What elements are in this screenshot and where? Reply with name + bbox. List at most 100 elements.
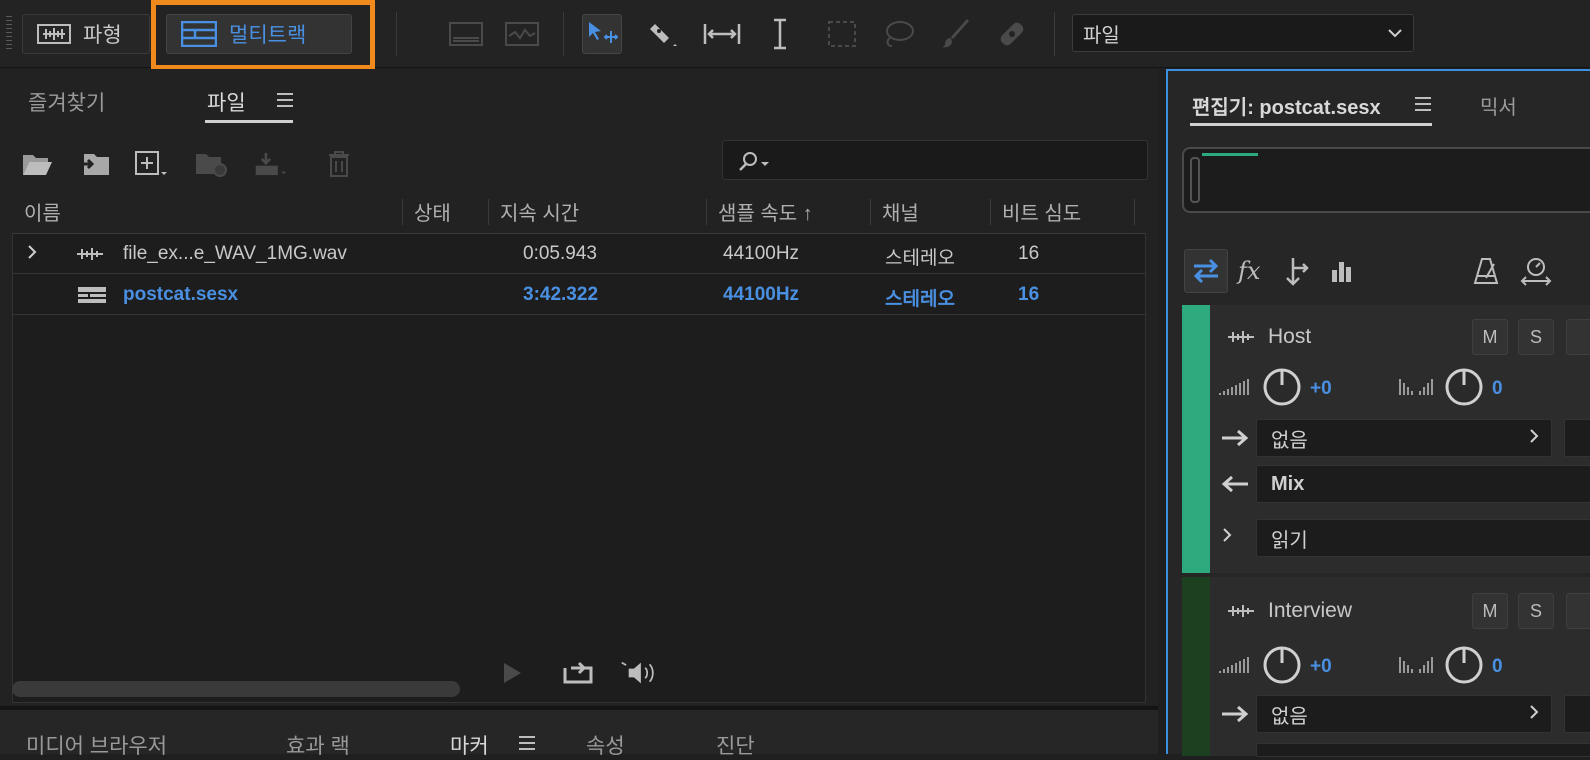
column-header-name[interactable]: 이름: [24, 197, 61, 226]
loop-playback-icon[interactable]: [558, 657, 598, 689]
automation-mode-select[interactable]: 읽기: [1256, 519, 1590, 557]
volume-knob[interactable]: [1262, 645, 1302, 690]
mute-button[interactable]: M: [1472, 319, 1508, 355]
record-arm-button[interactable]: [1566, 319, 1590, 355]
tab-mixer[interactable]: 믹서: [1480, 91, 1517, 120]
column-header-bit-depth[interactable]: 비트 심도: [1002, 197, 1081, 226]
slip-tool-icon[interactable]: [702, 14, 742, 54]
import-file-icon[interactable]: [78, 147, 112, 181]
effects-fx-icon[interactable]: fx: [1230, 249, 1274, 293]
lasso-selection-tool-icon[interactable]: [878, 14, 918, 54]
spot-healing-brush-icon[interactable]: [992, 14, 1032, 54]
tab-markers[interactable]: 마커: [450, 730, 489, 760]
main-toolbar: 파형 멀티트랙 파일: [0, 0, 1590, 70]
column-header-duration[interactable]: 지속 시간: [500, 197, 579, 226]
overview-zoom-handle[interactable]: [1190, 157, 1200, 203]
solo-button[interactable]: S: [1518, 319, 1554, 355]
waveform-mode-label: 파형: [83, 24, 122, 47]
time-stretch-icon[interactable]: [1514, 249, 1558, 293]
search-input[interactable]: [722, 140, 1148, 180]
file-bit-depth: 16: [1018, 243, 1040, 264]
output-select[interactable]: Mix: [1256, 465, 1590, 503]
input-select[interactable]: 없음: [1256, 419, 1552, 457]
tab-media-browser[interactable]: 미디어 브라우저: [26, 730, 167, 760]
eq-icon[interactable]: [1320, 249, 1364, 293]
column-divider[interactable]: [1134, 199, 1135, 225]
brush-selection-tool-icon[interactable]: [936, 14, 976, 54]
pan-value[interactable]: 0: [1492, 378, 1503, 400]
sends-icon[interactable]: [1276, 249, 1320, 293]
column-divider[interactable]: [870, 199, 871, 225]
sort-ascending-icon: ↑: [802, 203, 813, 225]
file-channel: 스테레오: [885, 248, 955, 269]
column-divider[interactable]: [402, 199, 403, 225]
mute-button[interactable]: M: [1472, 593, 1508, 629]
pan-knob[interactable]: [1444, 367, 1484, 412]
pan-knob[interactable]: [1444, 645, 1484, 690]
table-row[interactable]: file_ex...e_WAV_1MG.wav 0:05.943 44100Hz…: [13, 234, 1145, 274]
column-header-status[interactable]: 상태: [414, 197, 451, 226]
volume-knob[interactable]: [1262, 367, 1302, 412]
tab-diagnostics[interactable]: 진단: [716, 730, 755, 760]
svg-text:fx: fx: [1236, 257, 1261, 285]
new-file-icon[interactable]: [134, 147, 168, 181]
spectral-frequency-display-icon[interactable]: [446, 14, 486, 54]
volume-value[interactable]: +0: [1310, 378, 1332, 400]
file-name: postcat.sesx: [123, 284, 239, 305]
delete-icon[interactable]: [322, 147, 356, 181]
chevron-right-icon[interactable]: [27, 244, 39, 266]
file-sample-rate: 44100Hz: [723, 243, 800, 264]
session-overview[interactable]: [1182, 147, 1590, 213]
waveform-icon: [37, 24, 71, 44]
volume-value[interactable]: +0: [1310, 656, 1332, 678]
track-host[interactable]: Host M S +0 0 없음 Mix 읽기: [1182, 305, 1590, 573]
panel-menu-icon[interactable]: [1414, 95, 1432, 118]
track-color-strip: [1182, 305, 1210, 573]
insert-into-multitrack-icon[interactable]: [254, 147, 288, 181]
pan-value[interactable]: 0: [1492, 656, 1503, 678]
column-header-sample-rate[interactable]: 샘플 속도 ↑: [718, 197, 813, 226]
input-select[interactable]: 없음: [1256, 695, 1552, 733]
track-interview[interactable]: Interview M S +0 0 없음: [1182, 577, 1590, 757]
panel-menu-icon[interactable]: [276, 91, 294, 114]
toolbar-grip[interactable]: [6, 16, 12, 52]
table-row[interactable]: postcat.sesx 3:42.322 44100Hz 스테레오 16: [13, 275, 1145, 315]
record-arm-button[interactable]: [1566, 593, 1590, 629]
file-name: file_ex...e_WAV_1MG.wav: [123, 243, 347, 264]
marquee-selection-tool-icon[interactable]: [822, 14, 862, 54]
tab-effects-rack[interactable]: 효과 랙: [286, 730, 350, 760]
column-divider[interactable]: [706, 199, 707, 225]
input-select-value: 없음: [1271, 705, 1308, 728]
solo-button[interactable]: S: [1518, 593, 1554, 629]
workspace-select[interactable]: 파일: [1072, 14, 1414, 52]
chevron-right-icon[interactable]: [1222, 527, 1234, 548]
time-selection-tool-icon[interactable]: [760, 14, 800, 54]
automation-mode-value: 읽기: [1271, 529, 1308, 552]
column-divider[interactable]: [990, 199, 991, 225]
column-divider[interactable]: [488, 199, 489, 225]
horizontal-scrollbar[interactable]: [12, 681, 460, 697]
spectral-pitch-display-icon[interactable]: [502, 14, 542, 54]
open-file-icon[interactable]: [20, 147, 54, 181]
new-folder-icon[interactable]: [194, 147, 228, 181]
tab-properties[interactable]: 속성: [586, 730, 625, 760]
input-select-extra[interactable]: [1564, 419, 1590, 457]
play-icon[interactable]: [492, 657, 532, 689]
move-tool-button[interactable]: [582, 14, 622, 54]
razor-tool-icon[interactable]: [644, 14, 684, 54]
files-panel: 즐겨찾기 파일 이름 상태 지속 시간 샘플 속도 ↑ 채널 비트 심도 fil…: [0, 69, 1158, 705]
tab-files[interactable]: 파일: [207, 87, 246, 117]
output-select[interactable]: [1256, 743, 1590, 757]
file-table: file_ex...e_WAV_1MG.wav 0:05.943 44100Hz…: [12, 233, 1146, 703]
column-header-channel[interactable]: 채널: [882, 197, 919, 226]
inputs-outputs-icon[interactable]: [1184, 249, 1228, 293]
tab-editor[interactable]: 편집기: postcat.sesx: [1192, 91, 1381, 120]
track-name[interactable]: Interview: [1268, 599, 1352, 623]
input-select-extra[interactable]: [1564, 695, 1590, 733]
tab-favorites[interactable]: 즐겨찾기: [28, 87, 105, 117]
autoplay-speaker-icon[interactable]: [620, 657, 660, 689]
file-sample-rate: 44100Hz: [723, 284, 800, 305]
waveform-mode-button[interactable]: 파형: [22, 14, 150, 54]
track-name[interactable]: Host: [1268, 325, 1311, 349]
metronome-icon[interactable]: [1464, 249, 1508, 293]
